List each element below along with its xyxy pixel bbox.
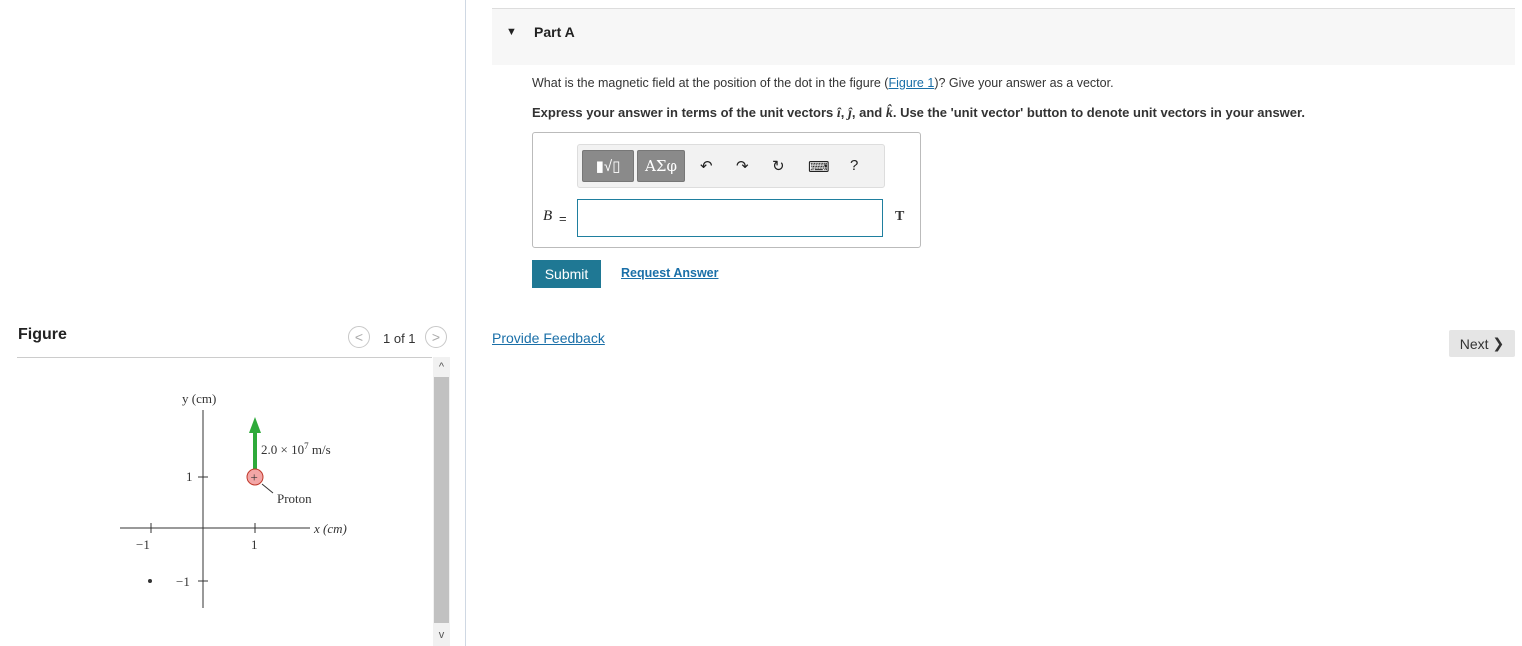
provide-feedback-link[interactable]: Provide Feedback <box>492 330 605 346</box>
y-axis-label: y (cm) <box>182 391 216 406</box>
figure-prev-button[interactable]: < <box>348 326 370 348</box>
figure-next-button[interactable]: > <box>425 326 447 348</box>
velocity-label: 2.0 × 107 m/s <box>261 441 331 457</box>
proton-charge: + <box>251 470 258 485</box>
scroll-down-icon[interactable]: v <box>433 628 450 642</box>
figure-scrollbar-thumb[interactable] <box>434 377 449 623</box>
x-tick-label-left: −1 <box>136 537 150 552</box>
velocity-arrowhead <box>249 417 261 433</box>
answer-unit: T <box>895 209 905 224</box>
scroll-up-icon[interactable]: ^ <box>433 360 450 374</box>
field-point-dot <box>148 579 152 583</box>
part-header[interactable] <box>492 8 1515 65</box>
chevron-right-icon: ❯ <box>1492 335 1505 351</box>
figure-title: Figure <box>18 326 67 343</box>
figure-graph: y (cm) x (cm) 1 −1 −1 1 2.0 × 107 m/s + … <box>120 391 347 608</box>
figure-link[interactable]: Figure 1 <box>888 76 934 90</box>
proton-leader <box>261 483 274 494</box>
proton-label: Proton <box>277 491 312 506</box>
reset-icon[interactable]: ↻ <box>772 157 785 175</box>
question-text: What is the magnetic field at the positi… <box>532 76 1114 90</box>
unit-vector-k: k̂ <box>885 106 893 121</box>
answer-equals: = <box>559 211 567 226</box>
undo-icon[interactable]: ↶ <box>700 157 713 175</box>
templates-icon: ▮√▯ <box>595 158 621 175</box>
pane-divider <box>465 0 466 646</box>
request-answer-link[interactable]: Request Answer <box>621 266 718 280</box>
figure-divider <box>17 357 432 358</box>
templates-button[interactable]: ▮√▯ <box>582 150 634 182</box>
collapse-caret-icon[interactable]: ▼ <box>506 26 517 38</box>
part-title[interactable]: Part A <box>534 24 575 40</box>
keyboard-icon[interactable]: ⌨ <box>808 158 830 176</box>
answer-input[interactable] <box>577 199 883 237</box>
y-tick-label-bottom: −1 <box>176 574 190 589</box>
instructions-text: Express your answer in terms of the unit… <box>532 105 1305 121</box>
math-toolbar: ▮√▯ ΑΣφ ↶ ↷ ↻ ⌨ ? <box>577 144 885 188</box>
next-button-label: Next <box>1459 335 1489 352</box>
figure-pager-count: 1 of 1 <box>383 331 416 346</box>
submit-button[interactable]: Submit <box>532 260 601 288</box>
chevron-right-icon: > <box>431 329 441 345</box>
y-tick-label-top: 1 <box>186 469 193 484</box>
next-button[interactable]: Next ❯ <box>1449 330 1515 357</box>
redo-icon[interactable]: ↷ <box>736 157 749 175</box>
help-icon[interactable]: ? <box>850 157 858 174</box>
symbols-button[interactable]: ΑΣφ <box>637 150 685 182</box>
x-axis-label: x (cm) <box>313 521 347 536</box>
x-tick-label-right: 1 <box>251 537 258 552</box>
chevron-left-icon: < <box>354 329 364 345</box>
